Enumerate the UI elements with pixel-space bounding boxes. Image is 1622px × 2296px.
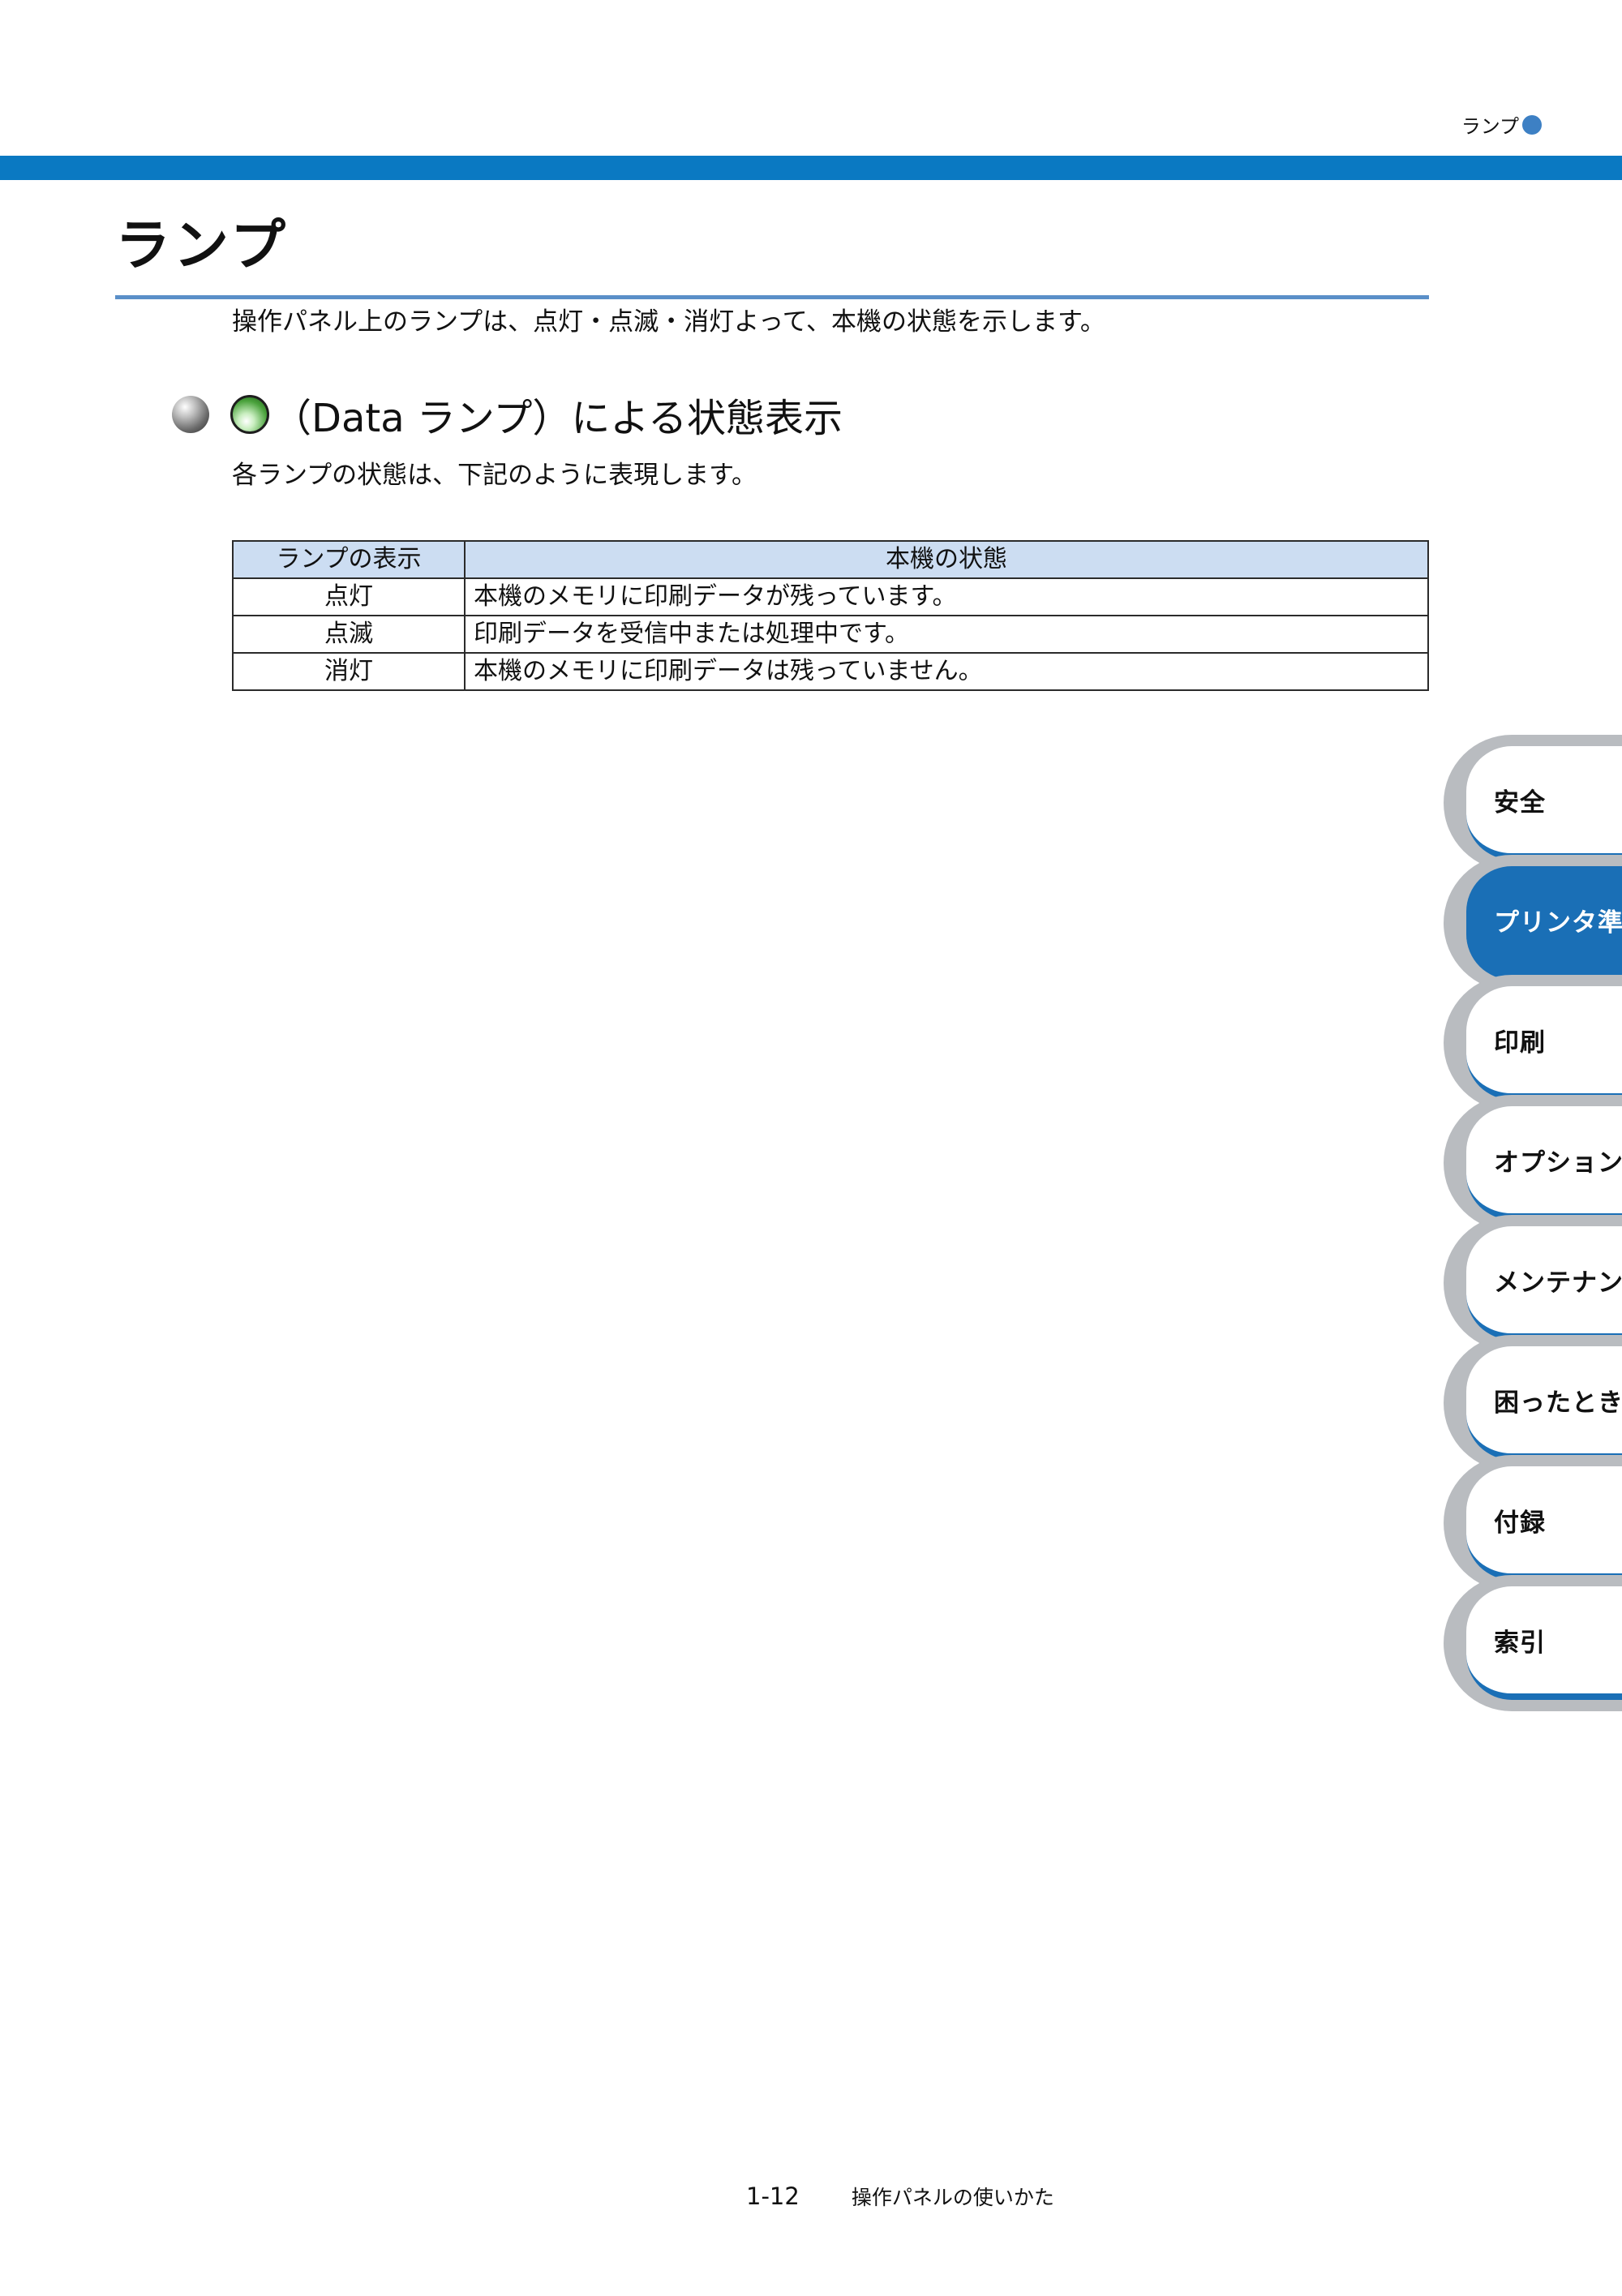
- page-footer: 1-12 操作パネルの使いかた: [746, 2182, 1054, 2211]
- green-lamp-icon: [230, 395, 269, 434]
- running-head-title: ランプ: [1461, 115, 1519, 138]
- machine-state-cell: 本機のメモリに印刷データが残っています。: [464, 577, 1429, 616]
- side-tab-label: メンテナンス: [1494, 1268, 1622, 1298]
- side-tab-options[interactable]: オプション: [1444, 1095, 1622, 1231]
- lamp-display-cell: 点灯: [232, 577, 466, 616]
- side-tab-label: 付録: [1494, 1508, 1546, 1538]
- title-rule: [115, 295, 1429, 299]
- side-tab-label: 索引: [1494, 1628, 1546, 1658]
- blue-dot-icon: [1522, 114, 1542, 135]
- lamp-display-cell: 点滅: [232, 615, 466, 654]
- gray-sphere-icon: [172, 396, 209, 433]
- chapter-label: 操作パネルの使いかた: [851, 2186, 1054, 2209]
- top-band: [0, 156, 1622, 180]
- intro-text: 操作パネル上のランプは、点灯・点滅・消灯よって、本機の状態を示します。: [232, 307, 1105, 337]
- machine-state-cell: 本機のメモリに印刷データは残っていません。: [464, 652, 1429, 691]
- column-header-display: ランプの表示: [232, 540, 466, 579]
- table-row: 点滅 印刷データを受信中または処理中です。: [232, 615, 1429, 654]
- section-subtext: 各ランプの状態は、下記のように表現します。: [232, 461, 757, 490]
- table-row: 点灯 本機のメモリに印刷データが残っています。: [232, 577, 1429, 616]
- side-tab-printing[interactable]: 印刷: [1444, 975, 1622, 1111]
- running-head: ランプ: [1461, 110, 1542, 139]
- side-tab-label: プリンタ準備: [1494, 908, 1622, 938]
- page-title: ランプ: [115, 214, 289, 278]
- side-tab-safety[interactable]: 安全: [1444, 735, 1622, 871]
- side-tab-label: 困ったときは: [1494, 1388, 1622, 1418]
- column-header-state: 本機の状態: [464, 540, 1429, 579]
- page-number: 1-12: [746, 2182, 800, 2210]
- table-row: 消灯 本機のメモリに印刷データは残っていません。: [232, 652, 1429, 691]
- lamp-state-table: ランプの表示 本機の状態 点灯 本機のメモリに印刷データが残っています。 点滅 …: [232, 540, 1429, 691]
- side-tab-label: 安全: [1494, 788, 1546, 818]
- lamp-display-cell: 消灯: [232, 652, 466, 691]
- side-tab-index[interactable]: 索引: [1444, 1575, 1622, 1711]
- side-tab-label: オプション: [1494, 1148, 1622, 1178]
- side-tab-appendix[interactable]: 付録: [1444, 1455, 1622, 1591]
- side-tab-maintenance[interactable]: メンテナンス: [1444, 1215, 1622, 1351]
- section-heading-text: （Data ランプ）による状態表示: [272, 396, 843, 441]
- side-tab-troubleshooting[interactable]: 困ったときは: [1444, 1335, 1622, 1471]
- table-header-row: ランプの表示 本機の状態: [232, 540, 1429, 579]
- side-tab-label: 印刷: [1494, 1028, 1546, 1058]
- section-heading: （Data ランプ）による状態表示: [172, 386, 843, 443]
- side-tab-printer-setup[interactable]: プリンタ準備: [1444, 855, 1622, 991]
- machine-state-cell: 印刷データを受信中または処理中です。: [464, 615, 1429, 654]
